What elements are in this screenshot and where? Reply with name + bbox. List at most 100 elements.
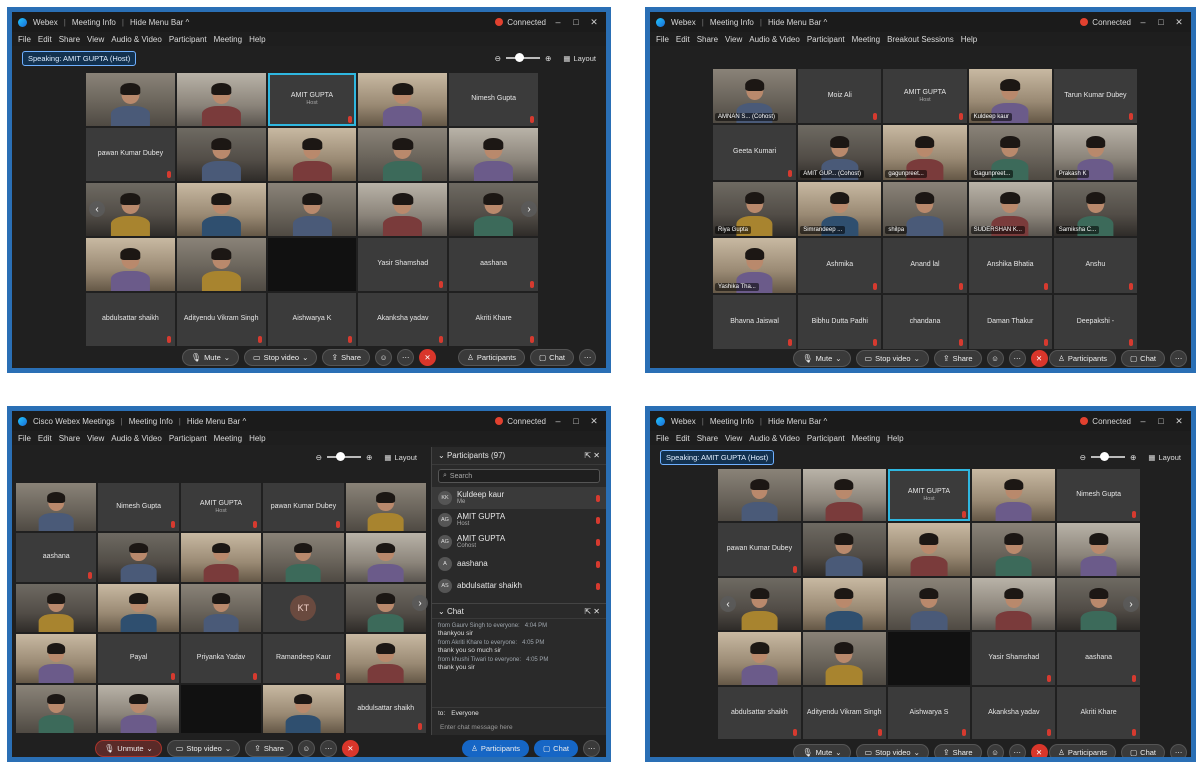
chat-button[interactable]: ▢ Chat [1121,744,1165,757]
participant-name-tile[interactable]: AMIT GUPTA Host [883,69,967,124]
participant-video-tile[interactable]: AMNAN S... (Cohost) [713,69,797,124]
participant-video-tile[interactable]: Yashika Tha... [713,238,797,293]
participant-video-tile[interactable] [802,469,886,522]
share-button[interactable]: ⇪ Share [933,350,982,367]
hide-menu-bar-button[interactable]: Hide Menu Bar ^ [768,18,827,27]
maximize-icon[interactable]: □ [570,17,582,27]
close-chat-icon[interactable]: ✕ [593,607,600,616]
menu-item[interactable]: Help [249,35,265,44]
panel-more-button[interactable]: ⋯ [1170,744,1187,757]
participant-video-tile[interactable] [16,583,97,633]
leave-meeting-button[interactable]: ✕ [341,740,359,757]
participant-name-tile[interactable]: Geeta Kumari [713,125,797,180]
stop-video-button[interactable]: ▭ Stop video ⌄ [855,744,929,757]
participant-video-tile[interactable] [802,523,886,576]
maximize-icon[interactable]: □ [570,416,582,426]
participant-video-tile[interactable] [98,533,179,582]
maximize-icon[interactable]: □ [1155,17,1167,27]
chat-message-input[interactable]: Enter chat message here [432,720,606,734]
close-icon[interactable]: ✕ [1173,17,1185,28]
participant-name-tile[interactable]: Tarun Kumar Dubey [1053,69,1137,124]
menu-item[interactable]: Share [697,434,718,443]
participant-name-tile[interactable]: Nimesh Gupta [98,483,179,532]
participant-video-tile[interactable]: AMIT GUP... (Cohost) [798,125,882,180]
participant-name-tile[interactable]: Ramandeep Kaur [263,634,344,683]
menu-item[interactable]: Help [249,434,265,443]
participant-row[interactable]: Aaashana [432,553,606,575]
meeting-info-link[interactable]: Meeting Info [72,18,116,27]
menu-item[interactable]: Participant [169,434,207,443]
connection-status[interactable]: Connected [1080,417,1131,426]
participant-name-tile[interactable]: aashana [449,238,538,291]
participant-name-tile[interactable]: Anshu [1053,238,1137,293]
close-panel-icon[interactable]: ✕ [593,451,600,460]
participant-name-tile[interactable]: Nimesh Gupta [449,73,538,126]
menu-item[interactable]: Edit [38,434,52,443]
participant-video-tile[interactable] [176,128,266,181]
close-icon[interactable]: ✕ [588,416,600,427]
participant-video-tile[interactable] [267,128,357,181]
hide-menu-bar-button[interactable]: Hide Menu Bar ^ [768,417,827,426]
menu-item[interactable]: File [18,434,31,443]
close-icon[interactable]: ✕ [588,17,600,28]
menu-item[interactable]: Participant [807,35,845,44]
participant-name-tile[interactable]: Adityendu Vikram Singh [176,293,266,346]
chat-button[interactable]: ▢ Chat [534,740,578,757]
connection-status[interactable]: Connected [495,417,546,426]
participant-video-tile[interactable] [718,632,801,685]
share-button[interactable]: ⇪ Share [933,744,982,757]
panel-more-button[interactable]: ⋯ [583,740,600,757]
menu-item[interactable]: View [87,35,104,44]
participant-video-tile[interactable] [98,583,179,633]
participant-name-tile[interactable]: pawan Kumar Dubey [86,128,175,181]
connection-status[interactable]: Connected [1080,18,1131,27]
participant-name-tile[interactable]: abdulsattar shaikh [86,293,175,346]
leave-meeting-button[interactable]: ✕ [1030,350,1048,367]
participant-video-tile[interactable] [263,684,344,733]
participant-video-tile[interactable] [345,483,426,532]
next-page-icon[interactable]: › [412,595,428,611]
close-icon[interactable]: ✕ [1173,416,1185,427]
participant-video-tile[interactable] [263,533,344,582]
participant-row[interactable]: AG AMIT GUPTA Host [432,509,606,531]
participant-name-tile[interactable]: Akriti Khare [449,293,538,346]
menu-item[interactable]: Audio & Video [111,434,162,443]
mute-button[interactable]: 🎙 Mute ⌄ [793,350,851,367]
participant-name-tile[interactable]: AMIT GUPTA Host [267,73,357,126]
participants-button[interactable]: ♙ Participants [1049,350,1117,367]
participant-video-tile[interactable] [345,533,426,582]
menu-item[interactable]: Meeting [214,35,242,44]
participant-name-tile[interactable]: Akanksha yadav [358,293,448,346]
menu-item[interactable]: Breakout Sessions [887,35,954,44]
previous-page-icon[interactable]: ‹ [89,201,105,217]
participants-button[interactable]: ♙ Participants [458,349,526,366]
participant-video-tile[interactable] [887,632,971,685]
meeting-info-link[interactable]: Meeting Info [129,417,173,426]
more-options-button[interactable]: ⋯ [1008,350,1026,367]
menu-item[interactable]: Help [887,434,903,443]
participant-video-tile[interactable] [972,469,1056,522]
layout-button[interactable]: ▦ Layout [563,54,596,63]
participant-name-tile[interactable]: Payal [98,634,179,683]
participant-video-tile[interactable] [16,483,97,532]
minimize-icon[interactable]: – [1137,17,1149,27]
participant-video-tile[interactable]: gagunpreet... [883,125,967,180]
participant-video-tile[interactable] [358,128,448,181]
participant-video-tile[interactable] [718,469,801,522]
participant-name-tile[interactable]: Bhavna Jaiswal [713,294,797,349]
participant-name-tile[interactable]: Akriti Khare [1057,686,1140,739]
recipient-select[interactable]: Everyone [451,710,478,717]
stop-video-button[interactable]: ▭ Stop video ⌄ [855,350,929,367]
participant-name-tile[interactable]: Priyanka Yadav [180,634,262,683]
participant-video-tile[interactable] [802,632,886,685]
participants-button[interactable]: ♙ Participants [1049,744,1117,757]
connection-status[interactable]: Connected [495,18,546,27]
participant-video-tile[interactable] [358,73,448,126]
stop-video-button[interactable]: ▭ Stop video ⌄ [166,740,241,757]
participant-video-tile[interactable] [180,583,262,633]
reactions-button[interactable]: ☺ [986,744,1004,757]
participant-video-tile[interactable] [802,577,886,631]
participant-video-tile[interactable]: Riya Gupta [713,181,797,237]
participant-name-tile[interactable]: Aishwarya S [887,686,971,739]
share-button[interactable]: ⇪ Share [322,349,371,366]
